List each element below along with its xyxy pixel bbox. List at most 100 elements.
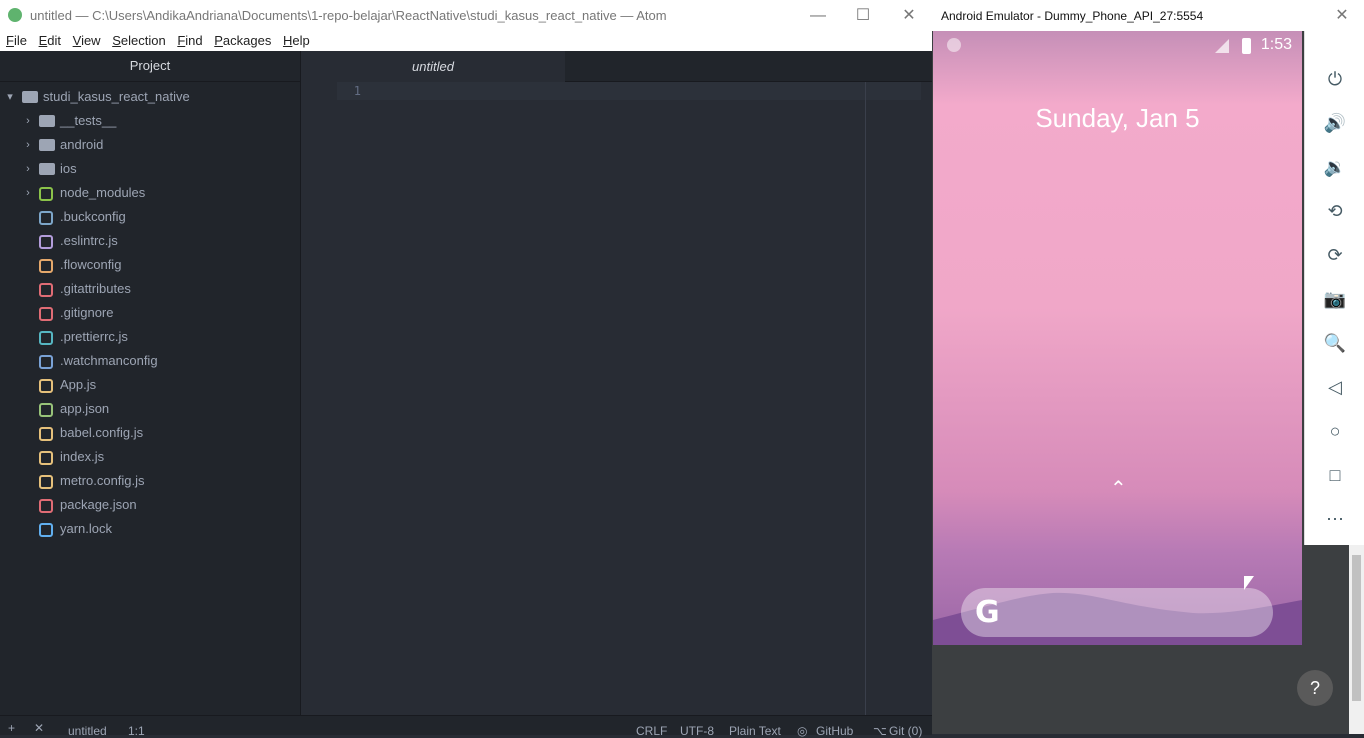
tree-item-label: node_modules	[60, 185, 146, 200]
babel-icon	[39, 427, 53, 441]
tab-untitled[interactable]: untitled	[301, 51, 565, 82]
status-line-ending[interactable]: CRLF	[636, 724, 667, 738]
tree-file[interactable]: App.js	[0, 373, 300, 397]
folder-icon	[39, 163, 55, 175]
github-icon: ◎	[797, 724, 808, 738]
emulator-window-title: Android Emulator - Dummy_Phone_API_27:55…	[941, 9, 1204, 23]
maximize-button[interactable]: ☐	[840, 0, 886, 31]
line-number: 1	[353, 84, 361, 98]
menu-packages[interactable]: Packages	[214, 31, 271, 51]
node-modules-icon	[39, 187, 53, 201]
tree-folder[interactable]: › ios	[0, 157, 300, 181]
more-icon[interactable]: ⋯	[1322, 506, 1348, 532]
tree-item-label: .prettierrc.js	[60, 329, 128, 344]
tree-item-label: ios	[60, 161, 77, 176]
tree-item-label: android	[60, 137, 104, 152]
tree-item-label: babel.config.js	[60, 425, 144, 440]
editor-pane[interactable]: untitled 1	[301, 51, 932, 715]
tree-file[interactable]: .prettierrc.js	[0, 325, 300, 349]
folder-icon	[39, 115, 55, 127]
tree-file[interactable]: index.js	[0, 445, 300, 469]
emulator-titlebar: Android Emulator - Dummy_Phone_API_27:55…	[933, 0, 1302, 31]
tree-file[interactable]: .watchmanconfig	[0, 349, 300, 373]
window-title: untitled — C:\Users\AndikaAndriana\Docum…	[30, 8, 667, 23]
chevron-right-icon[interactable]: ›	[22, 133, 34, 157]
status-file-name[interactable]: untitled	[68, 724, 107, 738]
buck-icon	[39, 211, 53, 225]
close-button[interactable]: ✕	[886, 0, 932, 31]
tab-bar: untitled	[301, 51, 932, 82]
tree-root[interactable]: ▾ studi_kasus_react_native	[0, 85, 300, 109]
tree-file[interactable]: app.json	[0, 397, 300, 421]
tree-item-label: .watchmanconfig	[60, 353, 158, 368]
folder-icon	[22, 91, 38, 103]
scrollbar-thumb[interactable]	[1352, 555, 1361, 701]
menu-selection[interactable]: Selection	[112, 31, 165, 51]
battery-icon	[1242, 38, 1251, 54]
signal-icon	[1215, 39, 1229, 53]
rotate-right-icon[interactable]: ⟳	[1322, 242, 1348, 268]
chevron-down-icon[interactable]: ▾	[4, 85, 16, 109]
chevron-right-icon[interactable]: ›	[22, 109, 34, 133]
rotate-left-icon[interactable]: ⟲	[1322, 198, 1348, 224]
chevron-right-icon[interactable]: ›	[22, 181, 34, 205]
tree-item-label: .buckconfig	[60, 209, 126, 224]
tree-folder[interactable]: › android	[0, 133, 300, 157]
tree-item-label: .flowconfig	[60, 257, 122, 272]
watchman-icon	[39, 355, 53, 369]
volume-up-icon[interactable]: 🔊	[1322, 110, 1348, 136]
power-icon[interactable]: ⏻	[1322, 66, 1348, 92]
menu-file[interactable]: File	[6, 31, 27, 51]
help-button[interactable]: ?	[1297, 670, 1333, 706]
overview-icon[interactable]: □	[1322, 462, 1348, 488]
emulator-close-button[interactable]: ✕	[1330, 0, 1354, 31]
tree-file[interactable]: .gitignore	[0, 301, 300, 325]
zoom-icon[interactable]: 🔍	[1322, 330, 1348, 356]
tree-file[interactable]: .eslintrc.js	[0, 229, 300, 253]
status-encoding[interactable]: UTF-8	[680, 724, 714, 738]
tree-folder[interactable]: › __tests__	[0, 109, 300, 133]
status-cursor-position[interactable]: 1:1	[128, 724, 145, 738]
back-icon[interactable]: ◁	[1322, 374, 1348, 400]
tree-file[interactable]: yarn.lock	[0, 517, 300, 541]
menu-find[interactable]: Find	[177, 31, 202, 51]
google-search-bar[interactable]: G	[961, 588, 1273, 637]
tree-item-label: .gitignore	[60, 305, 114, 320]
add-icon[interactable]: +	[8, 721, 15, 735]
chevron-right-icon[interactable]: ›	[22, 157, 34, 181]
notification-dot-icon	[947, 38, 961, 52]
volume-down-icon[interactable]: 🔉	[1322, 154, 1348, 180]
status-github[interactable]: GitHub	[816, 724, 853, 738]
tree-item-label: .eslintrc.js	[60, 233, 118, 248]
folder-icon	[39, 139, 55, 151]
menu-edit[interactable]: Edit	[39, 31, 61, 51]
tree-file[interactable]: .buckconfig	[0, 205, 300, 229]
cursor-line-highlight	[337, 82, 921, 100]
menu-help[interactable]: Help	[283, 31, 310, 51]
status-grammar[interactable]: Plain Text	[729, 724, 781, 738]
sidebar-header[interactable]: Project	[0, 51, 300, 82]
tree-folder[interactable]: › node_modules	[0, 181, 300, 205]
tree-file[interactable]: .flowconfig	[0, 253, 300, 277]
tree-item-label: package.json	[60, 497, 137, 512]
home-icon[interactable]: ○	[1322, 418, 1348, 444]
tree-file[interactable]: package.json	[0, 493, 300, 517]
tree-file[interactable]: babel.config.js	[0, 421, 300, 445]
minimize-button[interactable]: —	[795, 0, 841, 31]
status-time: 1:53	[1260, 36, 1292, 53]
git-icon	[39, 283, 53, 297]
emulator-screen[interactable]: 1:53 Sunday, Jan 5 ⌃ G	[933, 31, 1302, 645]
status-git[interactable]: Git (0)	[889, 724, 922, 738]
tree-file[interactable]: metro.config.js	[0, 469, 300, 493]
close-panel-icon[interactable]: ✕	[34, 721, 44, 735]
prettier-icon	[39, 331, 53, 345]
tree-item-label: .gitattributes	[60, 281, 131, 296]
menu-view[interactable]: View	[73, 31, 101, 51]
git-icon: ⌥	[873, 724, 887, 738]
swipe-up-icon[interactable]: ⌃	[1110, 476, 1127, 501]
scrollbar[interactable]	[1349, 545, 1364, 734]
js-icon	[39, 379, 53, 393]
tree-file[interactable]: .gitattributes	[0, 277, 300, 301]
json-icon	[39, 403, 53, 417]
camera-icon[interactable]: 📷	[1322, 286, 1348, 312]
